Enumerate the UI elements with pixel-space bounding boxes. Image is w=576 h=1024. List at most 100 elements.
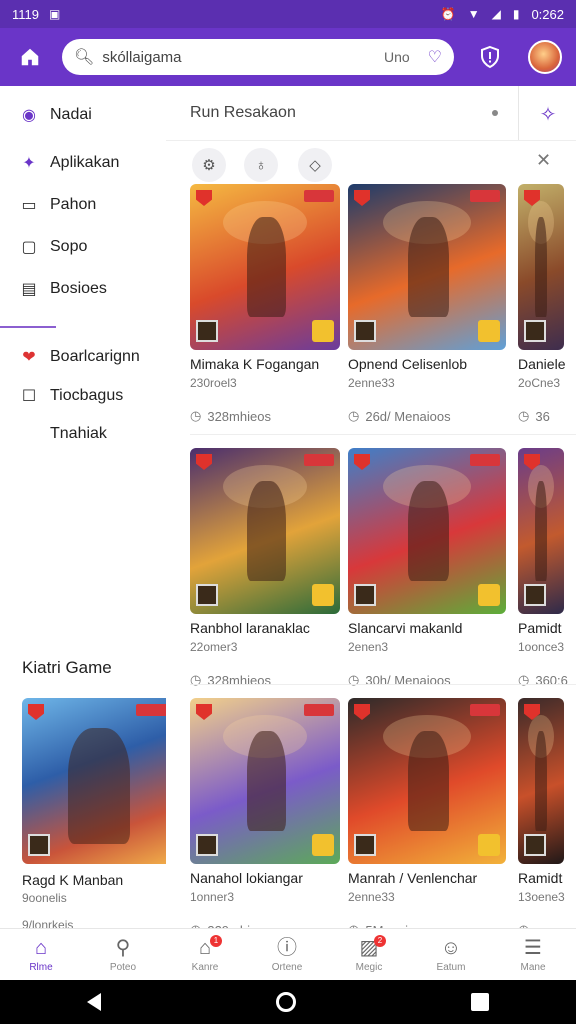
- search-badge-icon: ◉: [22, 107, 36, 124]
- nav-label: Eatum: [436, 961, 466, 973]
- sidebar-item-tnahiak[interactable]: Tnahiak: [18, 419, 107, 449]
- character-figure: [247, 731, 286, 831]
- sidebar-item-aplikakan[interactable]: ✦ Aplikakan: [18, 148, 119, 178]
- signal-icon: ◢: [491, 7, 501, 21]
- protect-icon[interactable]: [476, 43, 504, 71]
- character-figure: [68, 727, 130, 845]
- nav-search[interactable]: ⚲ Poteo: [82, 929, 164, 980]
- apps-icon: ✦: [22, 155, 36, 172]
- sidebar-divider: [0, 326, 56, 328]
- pin-chip-icon[interactable]: ♁: [244, 148, 278, 182]
- main-header-title: Run Resakaon: [190, 104, 296, 121]
- checkbox-icon[interactable]: ☐: [18, 386, 40, 406]
- tag-icon[interactable]: ◇: [298, 148, 332, 182]
- home-button[interactable]: [12, 39, 48, 75]
- badge-icon: [196, 704, 212, 720]
- badge-icon: [354, 704, 370, 720]
- nav-profile[interactable]: ☺ Eatum: [410, 929, 492, 980]
- folder-icon: ▭: [21, 197, 37, 214]
- sidebar-item-tiocbagus[interactable]: ☐ Tiocbagus: [18, 381, 123, 411]
- game-card-thumbnail[interactable]: [348, 184, 506, 350]
- sidebar-item-label: Boarlcarignn: [50, 348, 140, 365]
- nav-label: Megic: [355, 961, 383, 973]
- game-card-title: Slancarvi makanld: [348, 620, 463, 636]
- wrench-bolt-icon[interactable]: ⚙: [192, 148, 226, 182]
- badge-icon: [196, 190, 212, 206]
- tag-badge: [136, 704, 170, 716]
- header-divider: [166, 140, 576, 141]
- search-language[interactable]: Uno: [384, 49, 410, 65]
- game-card-footer-text: 30h/ Menaioos: [365, 672, 451, 688]
- home-icon: [21, 48, 39, 66]
- rating-badge-icon: [478, 834, 500, 856]
- recents-icon[interactable]: [470, 993, 489, 1011]
- nav-menu[interactable]: ☰ Mane: [492, 929, 574, 980]
- tag-badge: [470, 454, 500, 466]
- game-card-thumbnail[interactable]: [190, 184, 340, 350]
- nav-label: Mane: [520, 961, 546, 973]
- home-circle-icon[interactable]: [275, 992, 296, 1012]
- game-card-subtitle: 13oene3: [518, 890, 565, 904]
- sidebar-item-bosioes[interactable]: ▤ Bosioes: [18, 274, 106, 304]
- alarm-icon: ⏰: [440, 7, 456, 21]
- header-separator: [518, 86, 519, 140]
- search-bar[interactable]: 🔍︎ skóllaigama Uno ♡: [62, 39, 454, 75]
- gallery-notification-icon: ▣: [49, 7, 61, 21]
- character-figure: [247, 217, 286, 317]
- character-figure: [535, 481, 548, 581]
- character-figure: [247, 481, 286, 581]
- game-card-title: Ramidt: [518, 870, 563, 886]
- back-icon[interactable]: [87, 993, 102, 1011]
- heart-icon: ❤: [22, 349, 36, 366]
- nav-label: Ortene: [271, 961, 303, 973]
- nav-label: Kanre: [191, 961, 219, 973]
- game-card-subtitle: 1oonce3: [518, 640, 565, 654]
- game-card-thumbnail[interactable]: [518, 698, 564, 864]
- game-card-thumbnail[interactable]: [190, 448, 340, 614]
- nav-media[interactable]: ▨ 2 Megic: [328, 929, 410, 980]
- nav-info[interactable]: ⓘ Ortene: [246, 929, 328, 980]
- sidebar-item-sopo[interactable]: ▢ Sopo: [18, 232, 87, 262]
- character-figure: [408, 481, 450, 581]
- close-icon[interactable]: ✕: [536, 150, 551, 171]
- tag-badge: [470, 704, 500, 716]
- badge-icon: [28, 704, 44, 720]
- game-card-title: Manrah / Venlenchar: [348, 870, 478, 886]
- game-card-title: Ragd K Manban: [22, 872, 124, 888]
- character-figure: [535, 217, 548, 317]
- clock-icon: ◷: [190, 672, 202, 687]
- rating-badge-icon: [312, 834, 334, 856]
- game-card-thumbnail[interactable]: [518, 184, 564, 350]
- bottom-nav: ⌂ Rlme ⚲ Poteo ⌂ 1 Kanre ⓘ Ortene ▨ 2 Me…: [0, 928, 576, 980]
- sidebar-item-pahon[interactable]: ▭ Pahon: [18, 190, 96, 220]
- game-card-subtitle: 230roel3: [190, 376, 237, 390]
- game-logo-icon: [354, 320, 376, 342]
- game-card-subtitle: 2oCne3: [518, 376, 561, 390]
- section-title: Kiatri Game: [22, 658, 112, 677]
- game-card-thumbnail[interactable]: [190, 698, 340, 864]
- sidebar-item-label: Pahon: [50, 196, 97, 213]
- nav-store[interactable]: ⌂ 1 Kanre: [164, 929, 246, 980]
- game-card-thumbnail[interactable]: [518, 448, 564, 614]
- image-icon: ▢: [21, 239, 37, 256]
- avatar[interactable]: [528, 40, 562, 74]
- game-card-thumbnail[interactable]: [348, 448, 506, 614]
- sidebar-item-label: Sopo: [50, 238, 88, 255]
- clock-icon: ◷: [348, 408, 360, 423]
- voice-search-icon[interactable]: ♡: [428, 47, 442, 67]
- badge-icon: [354, 454, 370, 470]
- status-dot: [492, 110, 498, 116]
- sidebar-item-nadai[interactable]: ◉ Nadai: [18, 100, 92, 130]
- search-input[interactable]: skóllaigama: [102, 49, 384, 66]
- game-card-thumbnail[interactable]: [22, 698, 176, 864]
- nav-home[interactable]: ⌂ Rlme: [0, 929, 82, 980]
- sidebar-item-boarlcarignn[interactable]: ❤ Boarlcarignn: [18, 342, 140, 372]
- game-card-subtitle: 9oonelis: [22, 891, 67, 905]
- info-icon: ⓘ: [277, 936, 297, 959]
- character-figure: [408, 731, 450, 831]
- game-logo-icon: [524, 584, 546, 606]
- game-card-thumbnail[interactable]: [348, 698, 506, 864]
- game-card-footer: ◷ 328mhieos: [190, 672, 346, 688]
- pin-icon[interactable]: ✧: [534, 100, 562, 128]
- game-logo-icon: [196, 320, 218, 342]
